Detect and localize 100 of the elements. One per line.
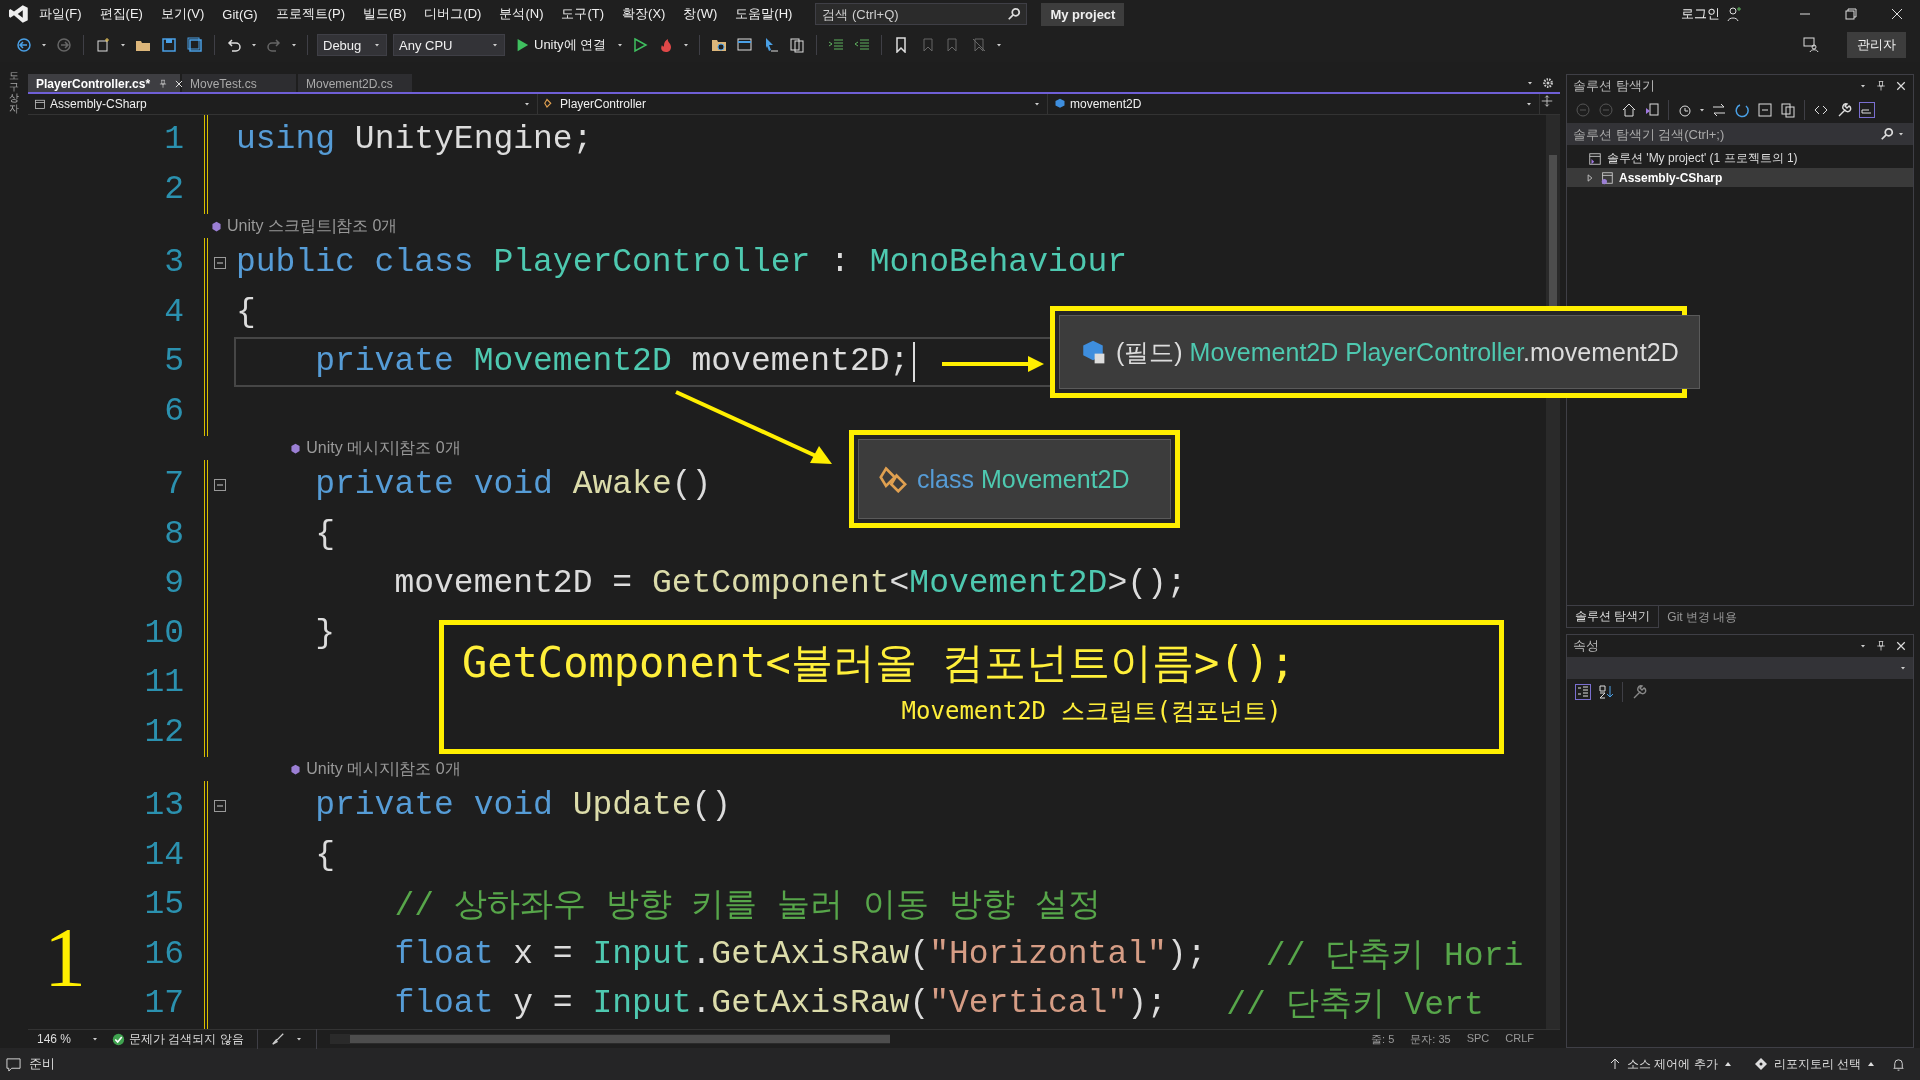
code-token: Awake xyxy=(571,466,672,504)
code-token: MonoBehaviour xyxy=(869,244,1128,282)
code-token: : xyxy=(829,244,851,282)
navigation-dropdown[interactable]: PlayerController xyxy=(538,94,1048,114)
line-number: 17 xyxy=(143,985,184,1023)
menu-item[interactable]: 분석(N) xyxy=(490,3,553,25)
cursor-info[interactable]: 줄: 5 xyxy=(1371,1031,1395,1047)
navigation-dropdown[interactable]: movement2D xyxy=(1048,94,1540,114)
menu-item[interactable]: Git(G) xyxy=(213,4,267,24)
panel-title: 속성 xyxy=(1573,637,1600,655)
code-token: // 상하좌우 방향 키를 눌러 이동 방향 설정 xyxy=(393,887,1101,928)
code-token: } xyxy=(314,614,336,652)
code-token: Input xyxy=(592,985,692,1023)
cursor-info[interactable]: 문자: 35 xyxy=(1410,1031,1451,1047)
tree-item[interactable]: Assembly-CSharp xyxy=(1567,168,1913,187)
step-number: 1 xyxy=(44,916,86,1000)
run-button[interactable]: Unity에 연결 xyxy=(511,34,611,56)
codelens-text[interactable]: Unity 스크립트|참조 0개 xyxy=(227,215,398,237)
menu-item[interactable]: 창(W) xyxy=(674,3,727,25)
menu-item[interactable]: 확장(X) xyxy=(613,3,675,25)
line-number: 3 xyxy=(163,244,184,282)
panel-tab[interactable]: Git 변경 내용 xyxy=(1659,606,1746,628)
zoom-dropdown[interactable]: 146 % xyxy=(34,1031,102,1047)
code-token: "Vertical" xyxy=(929,985,1128,1023)
login-link[interactable]: 로그인 xyxy=(1681,5,1720,23)
code-token: private xyxy=(314,343,454,381)
platform-dropdown[interactable]: Any CPU xyxy=(393,34,505,56)
line-number: 11 xyxy=(143,664,184,702)
status-text: 준비 xyxy=(29,1055,55,1073)
line-number: 16 xyxy=(143,935,184,973)
menu-item[interactable]: 도구(T) xyxy=(552,3,614,25)
code-token: Update xyxy=(571,787,692,825)
code-token: < xyxy=(889,565,910,603)
code-token: PlayerController xyxy=(492,244,811,282)
search-field[interactable]: 검색 (Ctrl+Q) xyxy=(815,3,1028,25)
menu-item[interactable]: 빌드(B) xyxy=(354,3,416,25)
code-token: { xyxy=(314,515,336,553)
code-token: ( xyxy=(909,985,930,1023)
menu-item[interactable]: 프로젝트(P) xyxy=(266,3,355,25)
code-token: () xyxy=(671,466,712,504)
code-token: ( xyxy=(909,935,930,973)
tooltip-text: (필드) Movement2D PlayerController.movement2D xyxy=(1116,336,1679,368)
editor-tab[interactable]: PlayerController.cs* xyxy=(28,74,180,92)
code-token: x = xyxy=(512,935,574,973)
callout-subtitle: Movement2D 스크립트(컴포넌트) xyxy=(901,696,1282,727)
menu-item[interactable]: 디버그(D) xyxy=(415,3,491,25)
code-token: private void xyxy=(314,466,553,504)
navigation-dropdown[interactable]: Assembly-CSharp xyxy=(28,94,538,114)
codelens-text[interactable]: Unity 메시지|참조 0개 xyxy=(306,758,461,780)
code-token: { xyxy=(314,836,336,874)
tooltip-text: class Movement2D xyxy=(917,464,1130,494)
repository-button[interactable]: 리포지토리 선택 xyxy=(1747,1054,1881,1074)
code-token: float xyxy=(393,985,494,1023)
line-number: 13 xyxy=(143,787,184,825)
code-token: GetAxisRaw xyxy=(711,935,910,973)
code-token: . xyxy=(691,985,712,1023)
cursor-info[interactable]: SPC xyxy=(1466,1031,1490,1047)
code-token: y = xyxy=(512,985,574,1023)
code-token: private void xyxy=(314,787,553,825)
code-token: . xyxy=(691,935,712,973)
menu-item[interactable]: 파일(F) xyxy=(30,3,91,25)
menu-item[interactable]: 도움말(H) xyxy=(726,3,802,25)
code-token: float xyxy=(393,935,494,973)
code-token: GetComponent xyxy=(651,565,890,603)
code-token: { xyxy=(236,293,256,331)
line-number: 15 xyxy=(143,886,184,924)
cursor-info[interactable]: CRLF xyxy=(1505,1031,1534,1047)
configuration-dropdown[interactable]: Debug xyxy=(317,34,387,56)
editor-tab[interactable]: MoveTest.cs xyxy=(182,74,296,92)
line-number: 2 xyxy=(163,170,184,208)
panel-tab[interactable]: 솔루션 탐색기 xyxy=(1566,606,1660,628)
code-token: ); xyxy=(1166,935,1207,973)
code-token: movement2D = xyxy=(393,565,634,603)
admin-button[interactable]: 관리자 xyxy=(1847,32,1906,58)
panel-title: 솔루션 탐색기 xyxy=(1573,77,1656,95)
project-name: My project xyxy=(1041,2,1125,26)
menu-item[interactable]: 보기(V) xyxy=(151,3,214,25)
editor-tab[interactable]: Movement2D.cs xyxy=(298,74,412,92)
code-token: movement2D; xyxy=(690,343,910,381)
line-number: 5 xyxy=(163,343,184,381)
callout-title: GetComponent<불러올 컴포넌트이름>(); xyxy=(462,637,1296,689)
menu-item[interactable]: 편집(E) xyxy=(90,3,152,25)
line-number: 14 xyxy=(143,836,184,874)
line-number: 10 xyxy=(143,614,184,652)
tree-item[interactable]: 솔루션 'My project' (1 프로젝트의 1) xyxy=(1567,149,1913,168)
code-token: Movement2D xyxy=(909,565,1108,603)
issues-status[interactable]: 문제가 검색되지 않음 xyxy=(129,1030,244,1048)
codelens-text[interactable]: Unity 메시지|참조 0개 xyxy=(306,437,461,459)
search-field[interactable]: 솔루션 탐색기 검색(Ctrl+;) xyxy=(1567,123,1913,145)
code-token: Movement2D xyxy=(472,343,672,381)
line-number: 12 xyxy=(143,713,184,751)
line-number: 4 xyxy=(163,293,184,331)
source-control-button[interactable]: 소스 제어에 추가 xyxy=(1603,1054,1738,1074)
line-number: 7 xyxy=(163,466,184,504)
code-token: public class xyxy=(236,244,474,282)
toolbox-tab[interactable]: 도구 상자 xyxy=(9,70,19,1048)
line-number: 8 xyxy=(163,515,184,553)
code-token: UnityEngine; xyxy=(353,121,593,159)
code-token: "Horizontal" xyxy=(929,935,1167,973)
code-token: // 단축키 Vert xyxy=(1225,986,1484,1027)
